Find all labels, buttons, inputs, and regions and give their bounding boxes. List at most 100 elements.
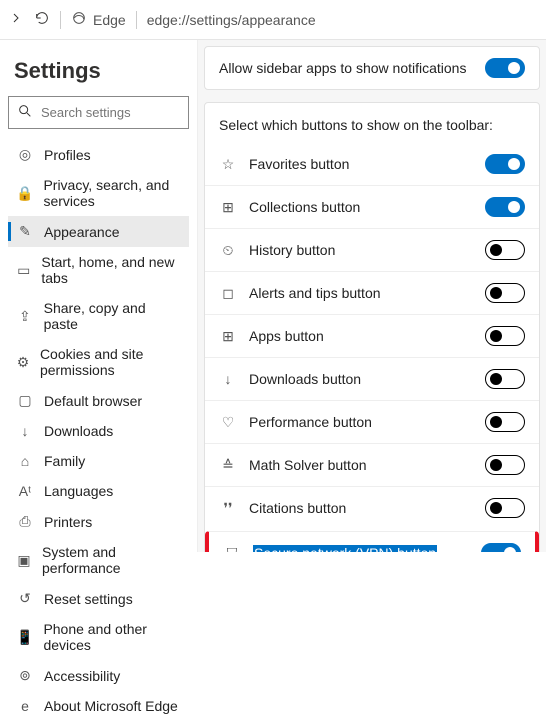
row-label: History button bbox=[249, 242, 335, 258]
history-button-toggle[interactable] bbox=[485, 240, 525, 260]
allow-sidebar-notifications-row: Allow sidebar apps to show notifications bbox=[205, 47, 539, 89]
search-icon bbox=[17, 103, 33, 122]
sidebar-item-downloads[interactable]: ↓ Downloads bbox=[8, 416, 189, 446]
downloads-button-toggle[interactable] bbox=[485, 369, 525, 389]
edge-icon bbox=[71, 10, 87, 29]
sidebar-item-label: Downloads bbox=[44, 423, 113, 439]
row-label: Math Solver button bbox=[249, 457, 367, 473]
share-icon: ⇪ bbox=[16, 308, 34, 325]
row-label: Apps button bbox=[249, 328, 324, 344]
search-settings-box[interactable] bbox=[8, 96, 189, 129]
notifications-card: Allow sidebar apps to show notifications bbox=[204, 46, 540, 90]
browser-icon: ▢ bbox=[16, 392, 34, 409]
browser-brand: Edge bbox=[71, 10, 126, 29]
row-label: Secure network (VPN) button bbox=[253, 545, 437, 552]
sidebar-item-label: Start, home, and new tabs bbox=[41, 254, 181, 286]
performance-button-toggle[interactable] bbox=[485, 412, 525, 432]
sidebar-item-label: Share, copy and paste bbox=[44, 300, 181, 332]
sidebar-item-label: Cookies and site permissions bbox=[40, 346, 181, 378]
sidebar-item-label: Appearance bbox=[44, 224, 120, 240]
sidebar-item-label: Languages bbox=[44, 483, 113, 499]
citations-button-toggle[interactable] bbox=[485, 498, 525, 518]
toolbar-button-row: ♡ Performance button bbox=[205, 400, 539, 443]
toolbar-button-row: ⏲History button bbox=[205, 228, 539, 271]
refresh-icon[interactable] bbox=[34, 10, 50, 29]
alerts-and-tips-button-toggle[interactable] bbox=[485, 283, 525, 303]
toolbar-button-row: ◻ Alerts and tips button bbox=[205, 271, 539, 314]
reset-icon: ↺ bbox=[16, 590, 34, 607]
row-label: Alerts and tips button bbox=[249, 285, 381, 301]
sidebar-item-label: Phone and other devices bbox=[43, 621, 181, 653]
secure-network-vpn-button-toggle[interactable] bbox=[481, 543, 521, 552]
toolbar-separator bbox=[136, 11, 137, 29]
toolbar-button-row: ↓Downloads button bbox=[205, 357, 539, 400]
settings-content: Allow sidebar apps to show notifications… bbox=[198, 40, 546, 552]
row-label: Performance button bbox=[249, 414, 372, 430]
family-icon: ⌂ bbox=[16, 453, 34, 469]
performance-icon: ♡ bbox=[219, 414, 237, 431]
sidebar-item-label: Reset settings bbox=[44, 591, 133, 607]
browser-name: Edge bbox=[93, 12, 126, 28]
lock-icon: 🔒 bbox=[16, 185, 33, 202]
row-label: Collections button bbox=[249, 199, 360, 215]
sidebar-item-printers[interactable]: ⎙Printers bbox=[8, 506, 189, 537]
apps-button-toggle[interactable] bbox=[485, 326, 525, 346]
sidebar-item-label: About Microsoft Edge bbox=[44, 698, 178, 714]
star-icon: ☆ bbox=[219, 156, 237, 173]
favorites-button-toggle[interactable] bbox=[485, 154, 525, 174]
sidebar-item-label: Family bbox=[44, 453, 85, 469]
sidebar-item-system-and-performance[interactable]: ▣ System and performance bbox=[8, 537, 189, 583]
bell-icon: ◻ bbox=[219, 285, 237, 302]
forward-icon[interactable] bbox=[8, 10, 24, 29]
row-label: Citations button bbox=[249, 500, 346, 516]
sidebar-item-reset-settings[interactable]: ↺ Reset settings bbox=[8, 583, 189, 614]
accessibility-icon: ⊚ bbox=[16, 667, 34, 684]
row-label: Allow sidebar apps to show notifications bbox=[219, 60, 466, 76]
sidebar-item-label: Accessibility bbox=[44, 668, 120, 684]
sidebar-item-share-copy-and-paste[interactable]: ⇪ Share, copy and paste bbox=[8, 293, 189, 339]
page-title: Settings bbox=[8, 50, 189, 96]
address-bar-url[interactable]: edge://settings/appearance bbox=[147, 12, 316, 28]
profile-icon: ◎ bbox=[16, 146, 34, 163]
printer-icon: ⎙ bbox=[16, 513, 34, 530]
sidebar-item-cookies-and-site-permissions[interactable]: ⚙ Cookies and site permissions bbox=[8, 339, 189, 385]
sidebar-item-family[interactable]: ⌂ Family bbox=[8, 446, 189, 476]
brush-icon: ✎ bbox=[16, 223, 34, 240]
sidebar-item-profiles[interactable]: ◎ Profiles bbox=[8, 139, 189, 170]
row-label: Downloads button bbox=[249, 371, 361, 387]
sidebar-item-accessibility[interactable]: ⊚ Accessibility bbox=[8, 660, 189, 691]
cookie-icon: ⚙ bbox=[16, 354, 30, 371]
main-area: Settings ◎ Profiles 🔒 Privacy, search, and … bbox=[0, 40, 546, 552]
sidebar-item-default-browser[interactable]: ▢ Default browser bbox=[8, 385, 189, 416]
phone-icon: 📱 bbox=[16, 629, 33, 646]
sidebar-item-privacy-search-and-services[interactable]: 🔒 Privacy, search, and services bbox=[8, 170, 189, 216]
allow-sidebar-notifications-toggle[interactable] bbox=[485, 58, 525, 78]
sidebar-item-label: Default browser bbox=[44, 393, 142, 409]
math-icon: ≙ bbox=[219, 457, 237, 474]
math-solver-button-toggle[interactable] bbox=[485, 455, 525, 475]
quote-icon: ❜❜ bbox=[219, 500, 237, 517]
tab-icon: ▭ bbox=[16, 262, 31, 279]
sidebar-item-start-home-and-new-tabs[interactable]: ▭ Start, home, and new tabs bbox=[8, 247, 189, 293]
sidebar-item-languages[interactable]: AᵗLanguages bbox=[8, 476, 189, 506]
sidebar-item-appearance[interactable]: ✎ Appearance bbox=[8, 216, 189, 247]
toolbar-button-row: ☆Favorites button bbox=[205, 143, 539, 185]
sidebar-item-label: Profiles bbox=[44, 147, 91, 163]
section-title: Select which buttons to show on the tool… bbox=[205, 103, 539, 143]
toolbar-button-row: ❜❜ Citations button bbox=[205, 486, 539, 529]
toolbar-button-row: ⊞Collections button bbox=[205, 185, 539, 228]
system-icon: ▣ bbox=[16, 552, 32, 569]
settings-nav: ◎ Profiles 🔒 Privacy, search, and services ✎… bbox=[8, 139, 189, 721]
search-input[interactable] bbox=[41, 105, 217, 120]
browser-toolbar: Edge edge://settings/appearance bbox=[0, 0, 546, 40]
edge-icon: e bbox=[16, 698, 34, 714]
toolbar-buttons-card: Select which buttons to show on the tool… bbox=[204, 102, 540, 552]
download-icon: ↓ bbox=[16, 423, 34, 439]
collections-button-toggle[interactable] bbox=[485, 197, 525, 217]
sidebar-item-phone-and-other-devices[interactable]: 📱 Phone and other devices bbox=[8, 614, 189, 660]
toolbar-separator bbox=[60, 11, 61, 29]
sidebar-item-about-microsoft-edge[interactable]: e About Microsoft Edge bbox=[8, 691, 189, 721]
toolbar-button-row: ≙ Math Solver button bbox=[205, 443, 539, 486]
sidebar-item-label: System and performance bbox=[42, 544, 181, 576]
sidebar-item-label: Privacy, search, and services bbox=[43, 177, 181, 209]
